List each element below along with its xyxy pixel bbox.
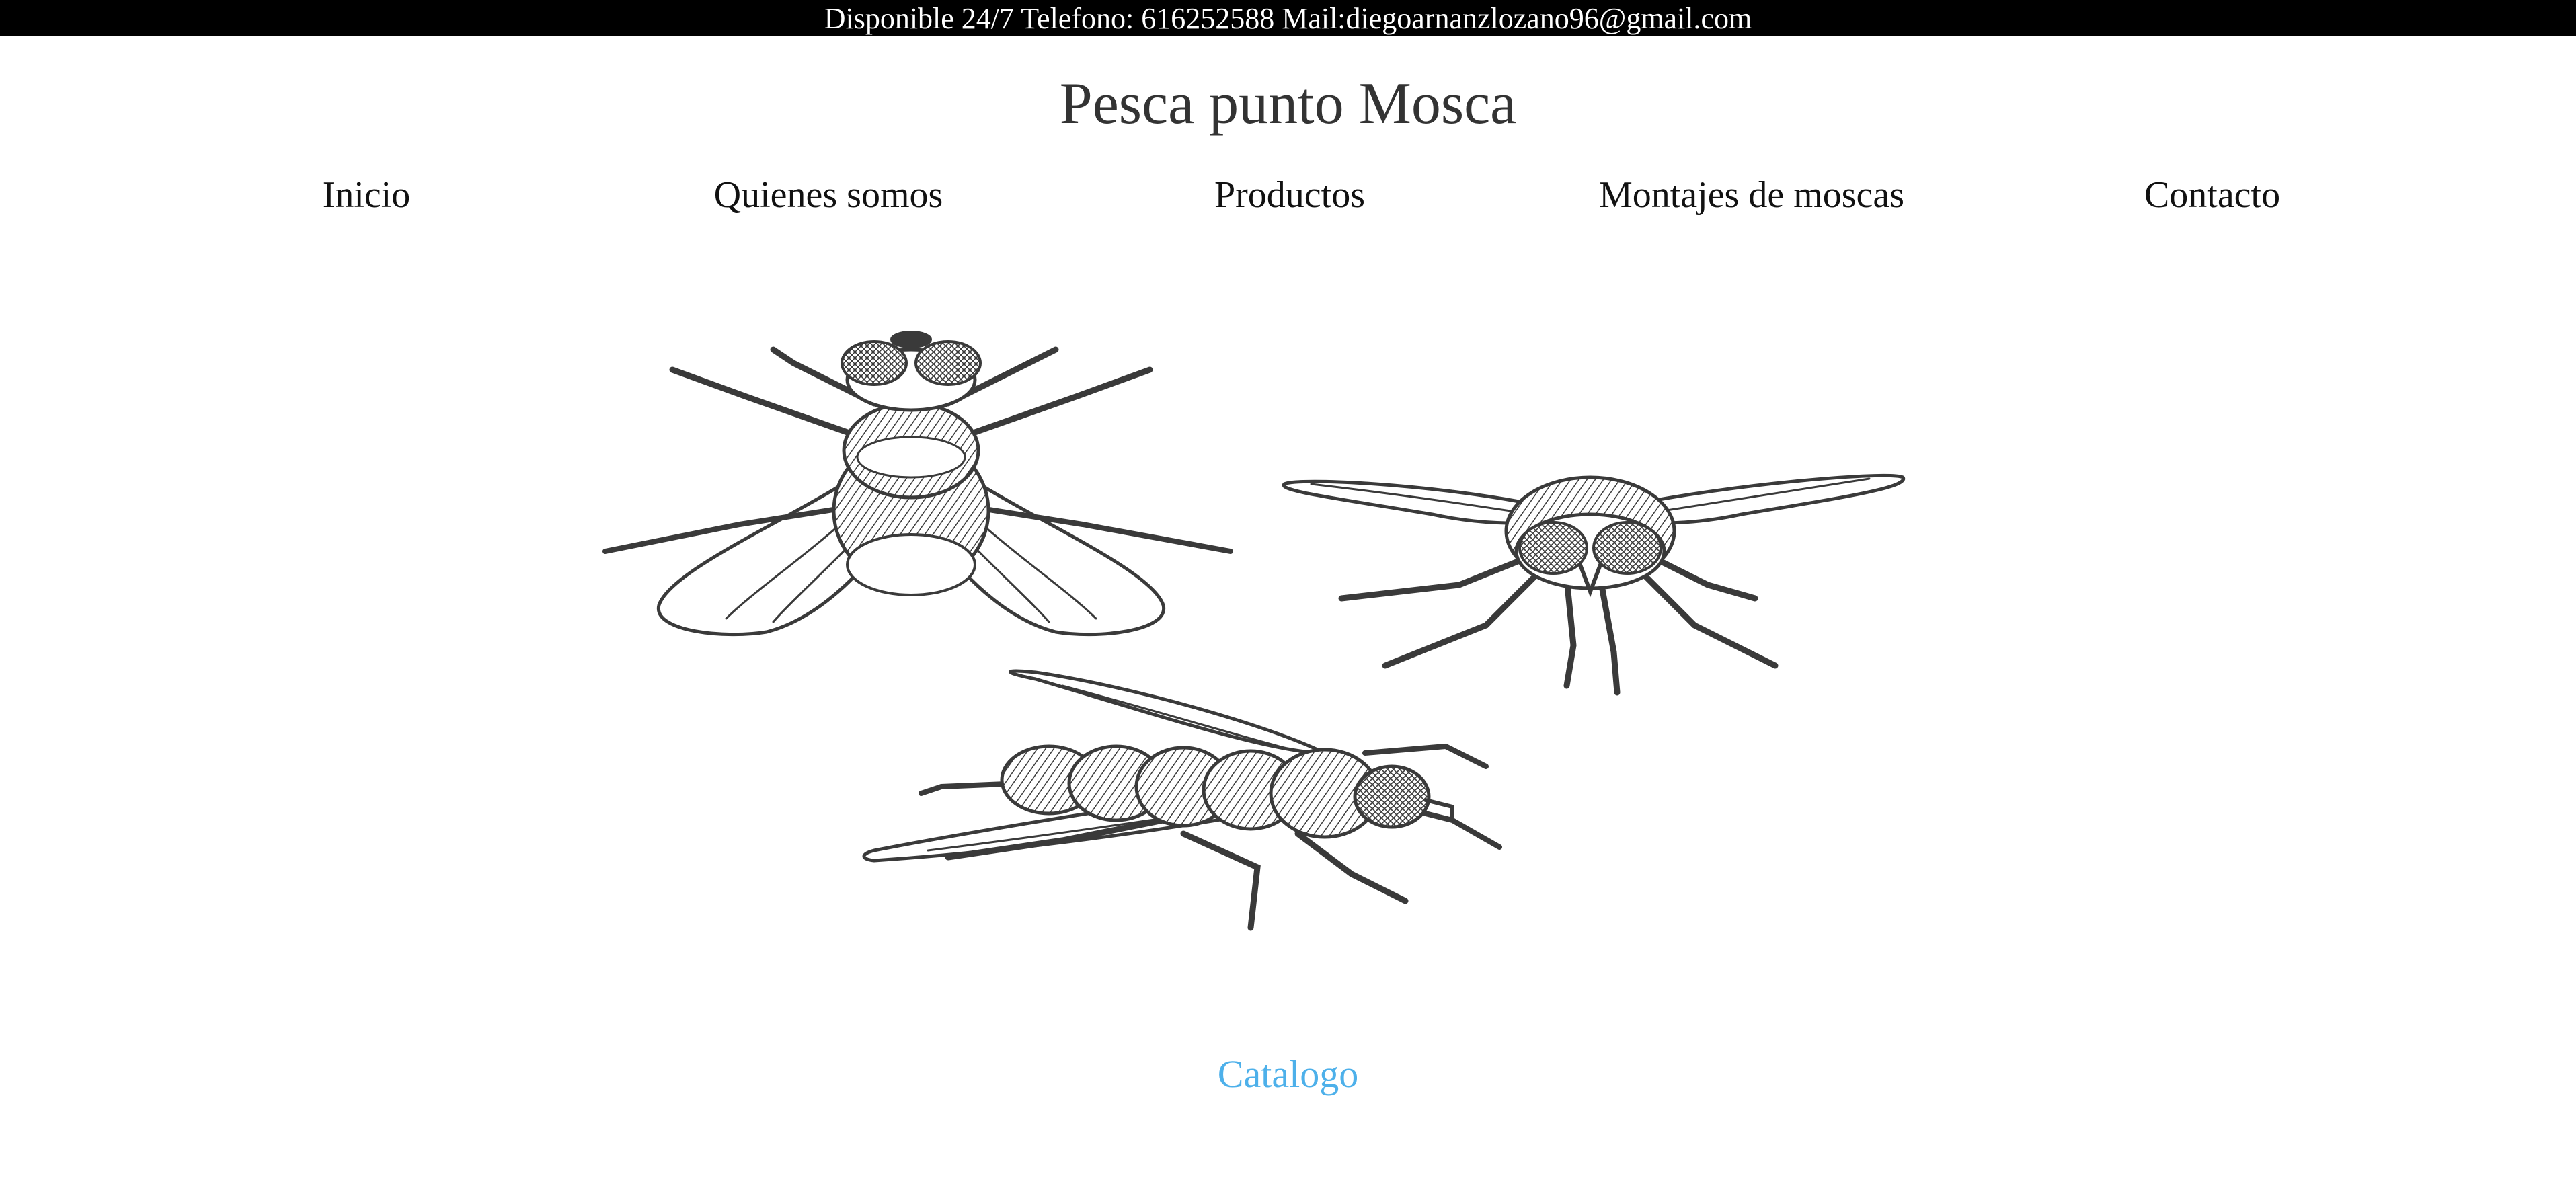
fly-top-view: [602, 331, 1233, 637]
nav-item-inicio[interactable]: Inicio: [323, 165, 411, 225]
fly-front-view: [1282, 473, 1906, 696]
nav-item-productos[interactable]: Productos: [1214, 165, 1365, 225]
nav-item-contacto[interactable]: Contacto: [2144, 165, 2280, 225]
nav-item-quienes-somos[interactable]: Quienes somos: [714, 165, 943, 225]
catalog-link[interactable]: Catalogo: [1218, 1052, 1358, 1096]
site-title: Pesca punto Mosca: [1059, 71, 1517, 136]
flies-illustration: [592, 282, 1990, 982]
flies-illustration-svg: [602, 331, 1906, 931]
fly-side-view: [862, 669, 1502, 931]
main-navigation: Inicio Quienes somos Productos Montajes …: [0, 165, 2576, 225]
nav-item-montajes-de-moscas[interactable]: Montajes de moscas: [1599, 165, 1904, 225]
contact-info-text: Disponible 24/7 Telefono: 616252588 Mail…: [824, 2, 1752, 35]
catalog-link-container: Catalogo: [0, 1041, 2576, 1108]
contact-info-bar: Disponible 24/7 Telefono: 616252588 Mail…: [0, 0, 2576, 36]
